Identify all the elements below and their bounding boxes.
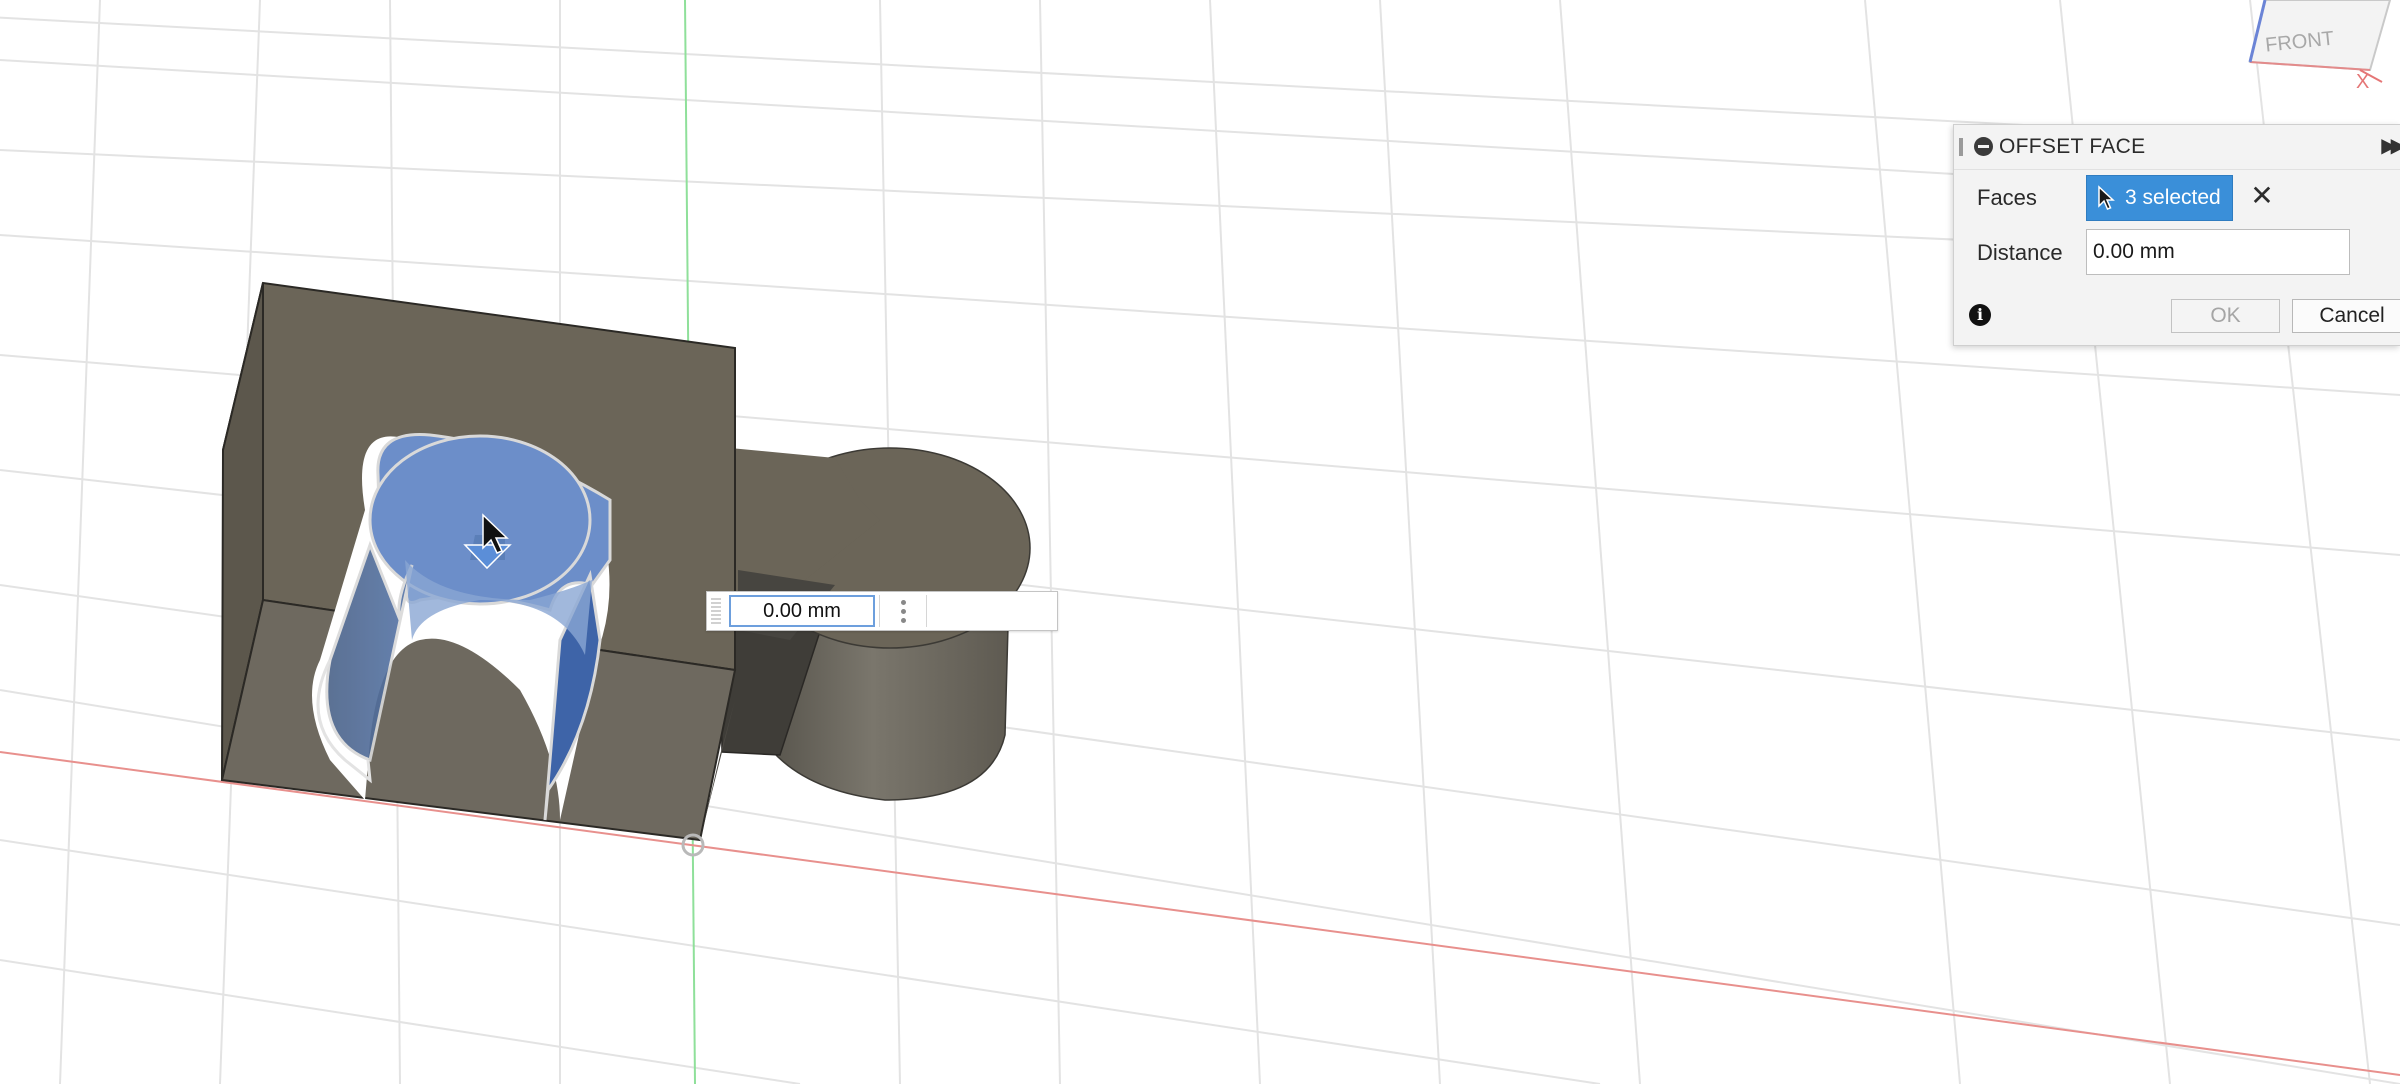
more-options-icon[interactable]: [879, 595, 927, 627]
distance-label: Distance: [1977, 240, 2063, 265]
distance-input[interactable]: [2086, 229, 2350, 275]
drag-handle-icon[interactable]: [711, 598, 721, 624]
model-body[interactable]: [220, 281, 1031, 857]
view-cube[interactable]: FRONT X: [2248, 0, 2392, 93]
x-axis-label: X: [2356, 71, 2369, 93]
cancel-button[interactable]: Cancel: [2292, 299, 2400, 333]
collapse-icon[interactable]: [1974, 137, 1993, 156]
double-chevron-right-icon[interactable]: ▶▶: [2381, 133, 2400, 158]
faces-selection-button[interactable]: 3 selected: [2086, 175, 2233, 221]
close-icon[interactable]: ✕: [2247, 181, 2277, 211]
faces-label: Faces: [1977, 185, 2037, 210]
pointer-icon: [2098, 185, 2115, 210]
inline-distance-input[interactable]: [729, 595, 875, 627]
faces-selection-count: 3 selected: [2125, 186, 2221, 209]
ok-button[interactable]: OK: [2171, 299, 2280, 333]
info-icon[interactable]: i: [1969, 304, 1991, 326]
drag-handle-icon[interactable]: [1959, 138, 1963, 156]
offset-face-dialog: OFFSET FACE ▶▶ Faces 3 selected ✕ Distan…: [1953, 124, 2400, 346]
x-axis-line: [0, 751, 2400, 1076]
inline-distance-editor: [706, 591, 1058, 631]
dialog-header[interactable]: OFFSET FACE ▶▶: [1954, 125, 2400, 170]
dialog-title: OFFSET FACE: [1999, 135, 2146, 158]
